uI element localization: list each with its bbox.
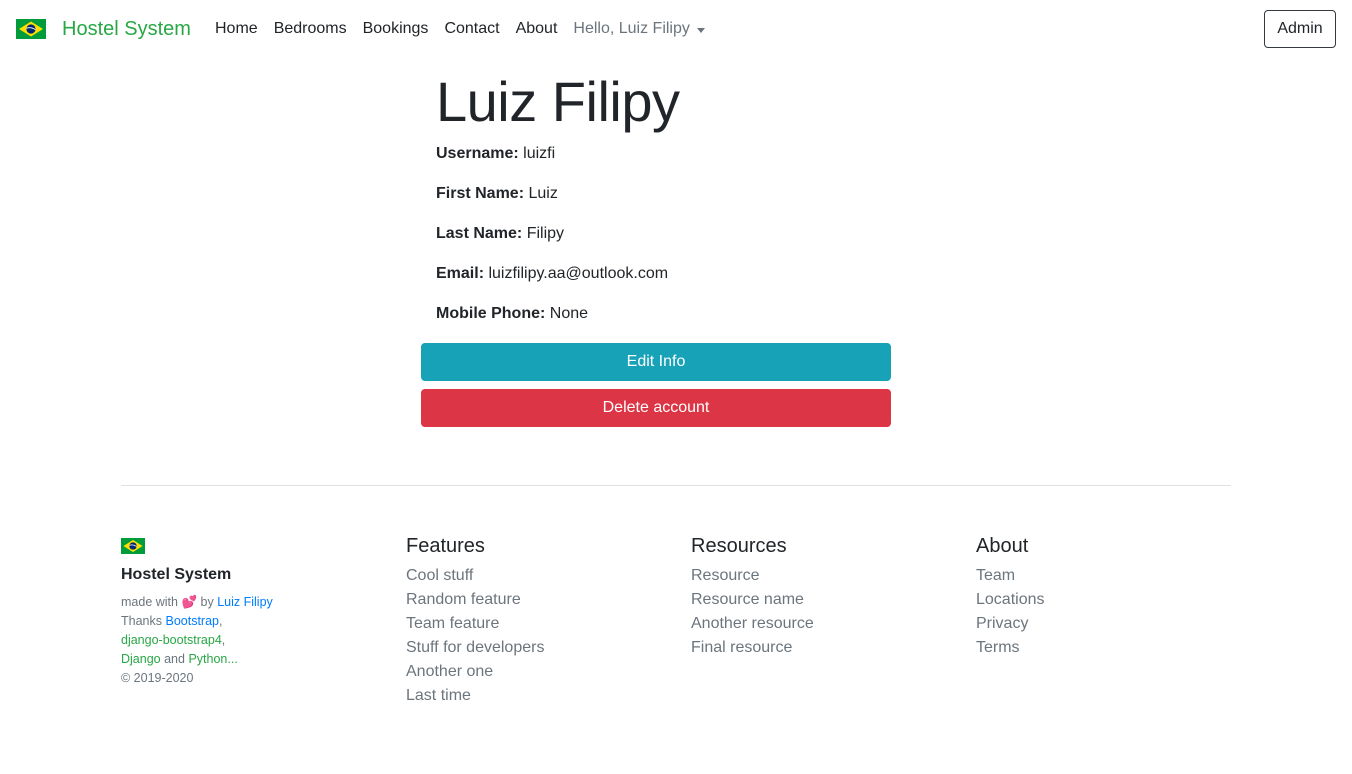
nav-contact[interactable]: Contact	[444, 18, 499, 40]
footer-link[interactable]: Locations	[976, 588, 1045, 612]
thanks-text: Thanks	[121, 614, 162, 628]
user-menu-label: Hello, Luiz Filipy	[573, 20, 690, 37]
about-heading: About	[976, 535, 1029, 557]
first-name-value: Luiz	[528, 185, 558, 202]
footer-link[interactable]: Cool stuff	[406, 564, 544, 588]
django-bootstrap-line: django-bootstrap4,	[121, 631, 225, 650]
email-row: Email: luizfilipy.aa@outlook.com	[436, 263, 668, 285]
nav-home[interactable]: Home	[215, 18, 258, 40]
username-row: Username: luizfi	[436, 143, 555, 165]
comma-separator: ,	[221, 633, 226, 647]
first-name-row: First Name: Luiz	[436, 183, 558, 205]
footer-about-column: About Team Locations Privacy Terms	[976, 534, 1045, 660]
bootstrap-link[interactable]: Bootstrap	[165, 614, 219, 628]
footer-resources-column: Resources Resource Resource name Another…	[691, 534, 814, 660]
footer-link[interactable]: Random feature	[406, 588, 544, 612]
email-value: luizfilipy.aa@outlook.com	[488, 265, 669, 282]
footer-link[interactable]: Terms	[976, 636, 1045, 660]
thanks-line: Thanks Bootstrap,	[121, 612, 222, 631]
resources-heading: Resources	[691, 535, 787, 557]
caret-down-icon	[696, 27, 705, 33]
footer-link[interactable]: Another resource	[691, 612, 814, 636]
profile-name-heading: Luiz Filipy	[436, 70, 680, 133]
copyright-text: © 2019-2020	[121, 671, 194, 685]
mobile-phone-value: None	[549, 305, 589, 322]
delete-account-button[interactable]: Delete account	[421, 389, 891, 427]
heart-icon: 💕	[181, 595, 198, 609]
footer-link[interactable]: Final resource	[691, 636, 814, 660]
username-label: Username:	[436, 145, 519, 162]
footer-link[interactable]: Team feature	[406, 612, 544, 636]
footer-link[interactable]: Another one	[406, 660, 544, 684]
footer-link[interactable]: Team	[976, 564, 1045, 588]
footer-features-column: Features Cool stuff Random feature Team …	[406, 534, 544, 708]
footer-link[interactable]: Privacy	[976, 612, 1045, 636]
brazil-flag-icon[interactable]	[16, 19, 46, 39]
and-text: and	[164, 652, 185, 666]
footer-brand: Hostel System	[121, 566, 232, 583]
python-link[interactable]: Python...	[188, 652, 237, 666]
edit-info-button[interactable]: Edit Info	[421, 343, 891, 381]
nav-menu: Home Bedrooms Bookings Contact About Hel…	[215, 18, 721, 40]
django-link[interactable]: Django	[121, 652, 161, 666]
footer-link[interactable]: Resource	[691, 564, 814, 588]
footer-link[interactable]: Stuff for developers	[406, 636, 544, 660]
footer-link[interactable]: Last time	[406, 684, 544, 708]
django-python-line: Django and Python...	[121, 650, 238, 669]
user-menu-dropdown[interactable]: Hello, Luiz Filipy	[573, 18, 705, 40]
nav-about[interactable]: About	[516, 18, 558, 40]
footer-link[interactable]: Resource name	[691, 588, 814, 612]
by-text: by	[200, 595, 214, 609]
django-bootstrap-link[interactable]: django-bootstrap4	[121, 633, 222, 647]
mobile-phone-row: Mobile Phone: None	[436, 303, 588, 325]
author-link[interactable]: Luiz Filipy	[217, 595, 273, 609]
username-value: luizfi	[523, 145, 556, 162]
brazil-flag-icon	[121, 538, 145, 554]
mobile-phone-label: Mobile Phone:	[436, 305, 546, 322]
brand-link[interactable]: Hostel System	[62, 16, 191, 42]
first-name-label: First Name:	[436, 185, 525, 202]
made-with-line: made with 💕 by Luiz Filipy	[121, 593, 273, 612]
last-name-row: Last Name: Filipy	[436, 223, 564, 245]
top-navbar: Hostel System Home Bedrooms Bookings Con…	[0, 0, 1352, 57]
email-label: Email:	[436, 265, 485, 282]
admin-button[interactable]: Admin	[1264, 10, 1336, 48]
made-with-text: made with	[121, 595, 178, 609]
last-name-value: Filipy	[526, 225, 565, 242]
footer-divider	[121, 485, 1231, 486]
features-heading: Features	[406, 535, 485, 557]
last-name-label: Last Name:	[436, 225, 523, 242]
nav-bedrooms[interactable]: Bedrooms	[274, 18, 347, 40]
nav-bookings[interactable]: Bookings	[363, 18, 429, 40]
comma-separator: ,	[219, 614, 223, 628]
